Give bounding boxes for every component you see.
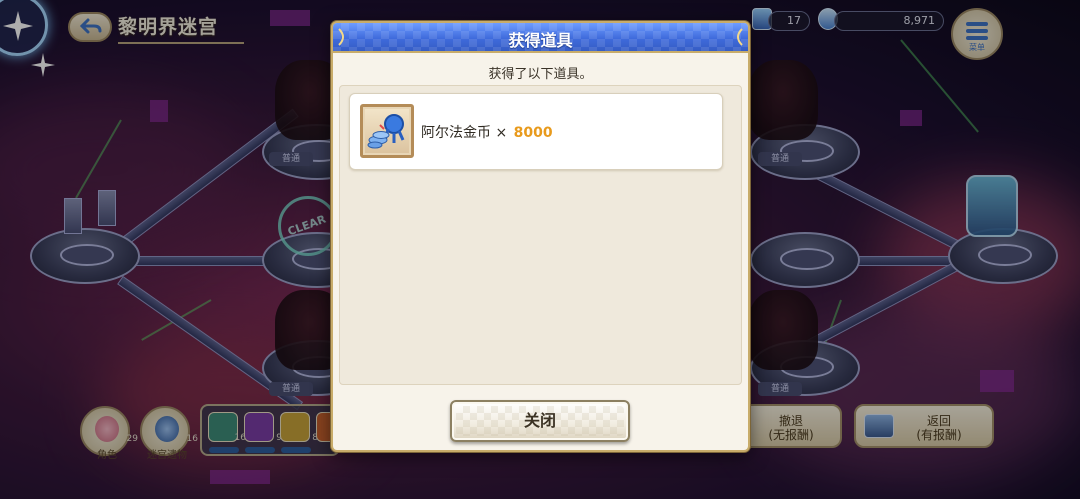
dialog-header: 获得道具 bbox=[333, 23, 748, 53]
item-obtained-dialog: 获得道具 获得了以下道具。 阿尔法金币 × 8000 关闭 bbox=[331, 21, 750, 452]
close-button[interactable]: 关闭 bbox=[450, 400, 630, 442]
item-card: 阿尔法金币 × 8000 bbox=[349, 93, 723, 170]
item-name-line: 阿尔法金币 × 8000 bbox=[421, 122, 553, 142]
item-list: 阿尔法金币 × 8000 bbox=[339, 85, 742, 385]
dialog-title: 获得道具 bbox=[508, 31, 573, 50]
alpha-coin-icon bbox=[360, 104, 414, 158]
close-button-label: 关闭 bbox=[523, 411, 556, 430]
item-times: × bbox=[495, 125, 508, 141]
dialog-subtitle: 获得了以下道具。 bbox=[488, 67, 593, 82]
item-name: 阿尔法金币 bbox=[421, 125, 491, 141]
item-quantity: 8000 bbox=[513, 125, 553, 141]
